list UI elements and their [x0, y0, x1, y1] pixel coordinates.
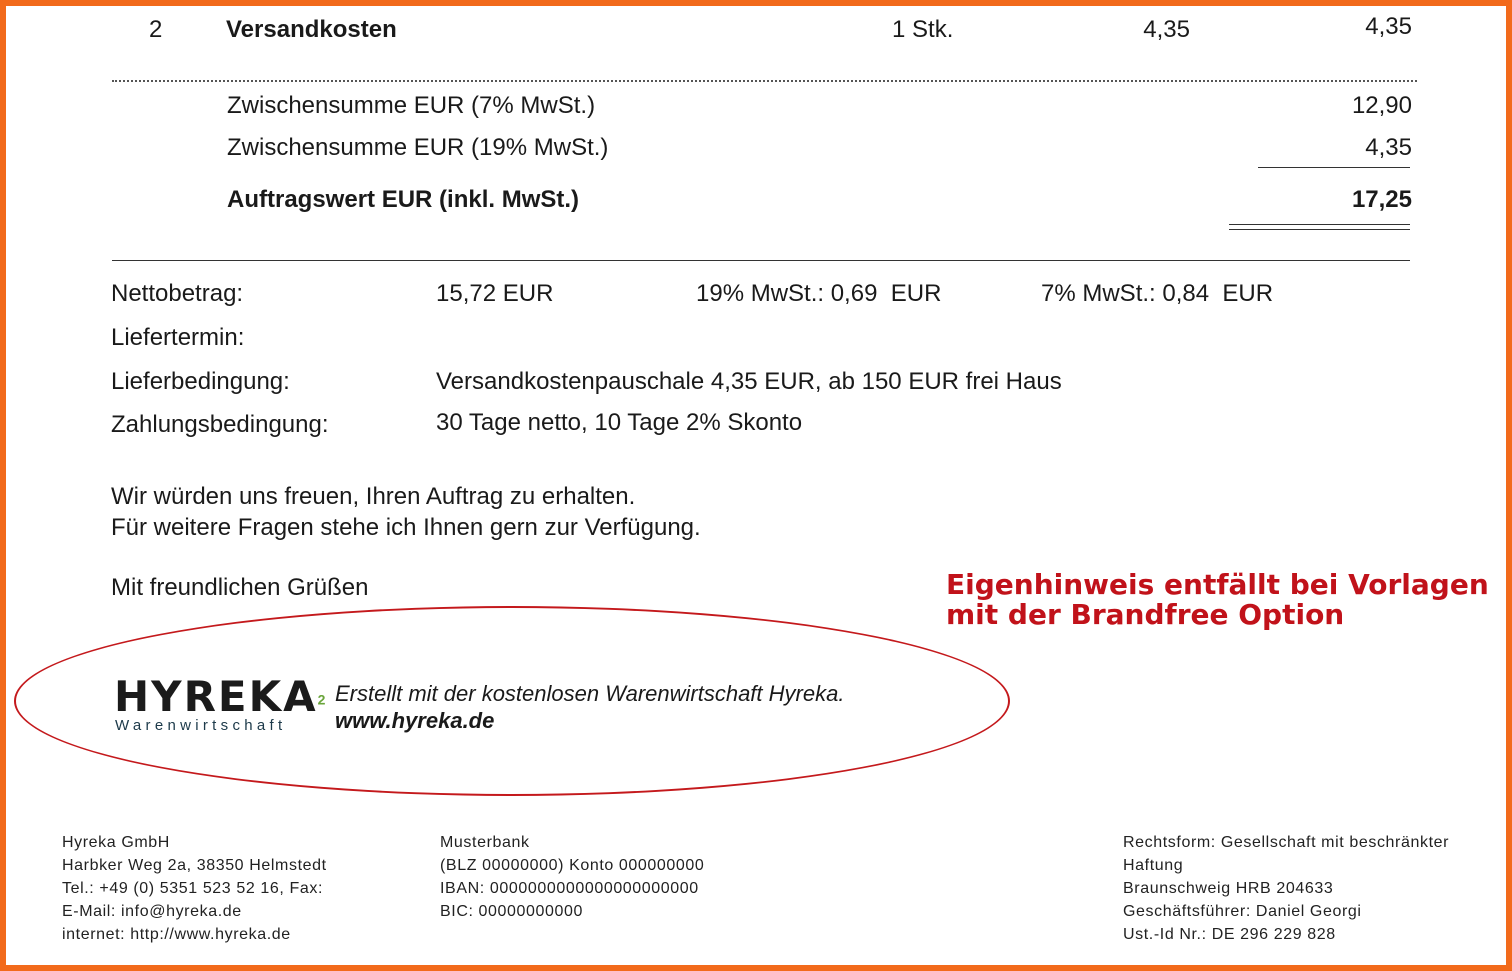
- total-double-rule-bottom: [1229, 229, 1410, 230]
- delivery-date-label: Liefertermin:: [111, 324, 245, 351]
- footer-legal-line: Braunschweig HRB 204633: [1123, 880, 1334, 897]
- total-double-rule-top: [1229, 224, 1410, 225]
- hyreka-logo: HYREKA2: [114, 672, 325, 721]
- delivery-terms-label: Lieferbedingung:: [111, 368, 290, 395]
- closing-line-2: Für weitere Fragen stehe ich Ihnen gern …: [111, 514, 701, 541]
- subtotal-7-value: 12,90: [1351, 92, 1412, 119]
- footer-company-line: Tel.: +49 (0) 5351 523 52 16, Fax:: [62, 880, 324, 897]
- footer-bank: Musterbank (BLZ 00000000) Konto 00000000…: [440, 831, 704, 923]
- payment-terms-label: Zahlungsbedingung:: [111, 411, 329, 438]
- vat-19-amount: 19% MwSt.: 0,69 EUR: [696, 280, 942, 307]
- brandfree-note-line-2: mit der Brandfree Option: [946, 598, 1345, 631]
- net-label: Nettobetrag:: [111, 280, 244, 307]
- order-total-label: Auftragswert EUR (inkl. MwSt.): [227, 186, 580, 213]
- order-total-value: 17,25: [1351, 186, 1412, 213]
- closing-greeting: Mit freundlichen Grüßen: [111, 574, 369, 601]
- subtotal-7-label: Zwischensumme EUR (7% MwSt.): [227, 92, 596, 119]
- subtotal-19-value: 4,35: [1365, 134, 1412, 161]
- sum-rule: [1258, 167, 1410, 168]
- delivery-terms-value: Versandkostenpauschale 4,35 EUR, ab 150 …: [436, 368, 1062, 395]
- logo-superscript: 2: [317, 691, 326, 708]
- footer-company-line: E-Mail: info@hyreka.de: [62, 903, 242, 920]
- payment-terms-value: 30 Tage netto, 10 Tage 2% Skonto: [436, 409, 803, 436]
- footer-bank-line: BIC: 00000000000: [440, 903, 584, 920]
- logo-wordmark: HYREKA: [114, 672, 318, 721]
- brandfree-note-line-1: Eigenhinweis entfällt bei Vorlagen: [946, 568, 1489, 601]
- item-quantity: 1 Stk.: [892, 16, 954, 43]
- logo-subtitle: Warenwirtschaft: [115, 717, 287, 734]
- footer-legal-line: Geschäftsführer: Daniel Georgi: [1123, 903, 1362, 920]
- vat-7-amount: 7% MwSt.: 0,84 EUR: [1041, 280, 1274, 307]
- net-value: 15,72 EUR: [436, 280, 554, 307]
- item-total: 4,35: [1365, 13, 1412, 40]
- footer-bank-line: Musterbank: [440, 834, 530, 851]
- footer-company-line: Hyreka GmbH: [62, 834, 170, 851]
- dotted-separator: [112, 80, 1417, 82]
- footer-bank-line: IBAN: 0000000000000000000000: [440, 880, 699, 897]
- closing-line-1: Wir würden uns freuen, Ihren Auftrag zu …: [111, 483, 636, 510]
- footer-legal-line: Ust.-Id Nr.: DE 296 229 828: [1123, 926, 1336, 943]
- subtotal-19-label: Zwischensumme EUR (19% MwSt.): [227, 134, 609, 161]
- footer-bank-line: (BLZ 00000000) Konto 000000000: [440, 857, 705, 874]
- footer-company-line: Harbker Weg 2a, 38350 Helmstedt: [62, 857, 327, 874]
- footer-legal-line: Haftung: [1123, 857, 1184, 874]
- footer-legal-line: Rechtsform: Gesellschaft mit beschränkte…: [1123, 834, 1450, 851]
- summary-rule: [112, 260, 1410, 261]
- item-name: Versandkosten: [226, 16, 397, 43]
- brandfree-note: Eigenhinweis entfällt bei Vorlagen mit d…: [946, 570, 1489, 630]
- branding-line-1: Erstellt mit der kostenlosen Warenwirtsc…: [335, 681, 845, 706]
- branding-link[interactable]: www.hyreka.de: [335, 708, 494, 734]
- footer-company: Hyreka GmbH Harbker Weg 2a, 38350 Helmst…: [62, 831, 327, 946]
- footer-legal: Rechtsform: Gesellschaft mit beschränkte…: [1123, 831, 1449, 946]
- document-page: 2 Versandkosten 1 Stk. 4,35 4,35 Zwische…: [0, 0, 1512, 971]
- item-position: 2: [149, 16, 163, 43]
- item-unit-price: 4,35: [1143, 16, 1190, 43]
- footer-company-line: internet: http://www.hyreka.de: [62, 926, 291, 943]
